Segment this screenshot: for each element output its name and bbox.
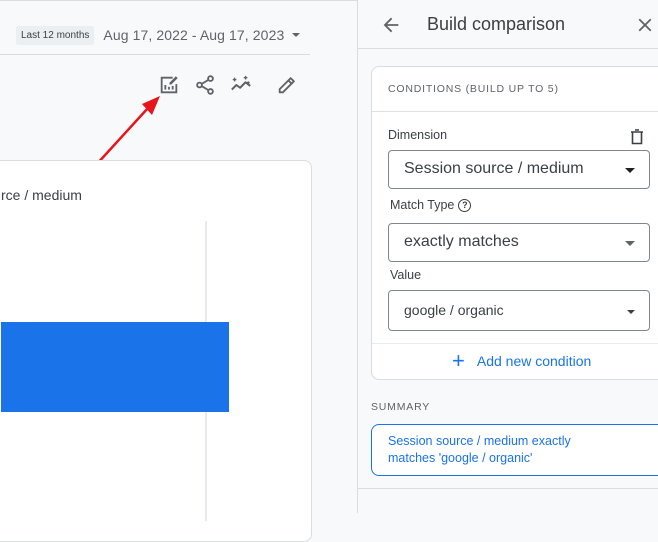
conditions-card: CONDITIONS (BUILD UP TO 5) Dimension Ses…	[371, 66, 658, 380]
caret-down-icon	[625, 241, 635, 246]
caret-down-icon	[625, 168, 635, 173]
close-icon	[638, 18, 652, 32]
summary-label: SUMMARY	[371, 401, 431, 413]
arrow-back-icon	[383, 17, 399, 33]
plus-icon: +	[452, 348, 465, 373]
match-type-label: Match Type ?	[390, 198, 472, 212]
help-icon[interactable]: ?	[458, 198, 472, 212]
share-button[interactable]	[194, 74, 216, 96]
dimension-label: Dimension	[388, 128, 448, 142]
date-range-label[interactable]: Aug 17, 2022 - Aug 17, 2023	[103, 27, 284, 43]
match-type-label-text: Match Type	[390, 198, 455, 212]
dimension-select[interactable]: Session source / medium	[388, 150, 650, 189]
caret-down-icon[interactable]	[292, 33, 301, 37]
build-comparison-panel: Build comparison CONDITIONS (BUILD UP TO…	[357, 0, 658, 513]
edit-button[interactable]	[276, 74, 298, 96]
insights-button[interactable]	[230, 74, 252, 96]
share-icon	[196, 75, 214, 95]
date-preset-chip: Last 12 months	[16, 25, 95, 45]
value-select[interactable]: google / organic	[388, 290, 650, 331]
panel-header: Build comparison	[358, 0, 658, 49]
value-label: Value	[390, 268, 422, 282]
trash-icon	[631, 129, 643, 145]
close-button[interactable]	[634, 14, 656, 36]
card-title: rce / medium	[1, 187, 82, 203]
match-type-select[interactable]: exactly matches	[388, 223, 650, 262]
report-area: Last 12 months Aug 17, 2022 - Aug 17, 20…	[0, 0, 357, 542]
divider	[372, 111, 658, 112]
dimension-value: Session source / medium	[404, 160, 584, 177]
conditions-header: CONDITIONS (BUILD UP TO 5)	[388, 83, 559, 95]
back-button[interactable]	[380, 14, 402, 36]
insights-icon	[231, 75, 251, 91]
divider	[0, 54, 310, 55]
chart-bar[interactable]	[1, 322, 229, 412]
divider	[358, 488, 658, 489]
panel-title: Build comparison	[427, 14, 566, 34]
delete-condition-button[interactable]	[630, 129, 644, 145]
add-new-condition-label: Add new condition	[476, 353, 592, 369]
value-value: google / organic	[404, 302, 504, 318]
customize-report-button[interactable]	[158, 74, 180, 96]
date-range-picker[interactable]: Last 12 months Aug 17, 2022 - Aug 17, 20…	[16, 22, 301, 48]
add-new-condition-button[interactable]: + Add new condition	[452, 348, 592, 373]
summary-text: Session source / medium exactly matches …	[388, 434, 571, 465]
report-card: rce / medium	[0, 160, 312, 542]
edit-icon	[278, 77, 295, 94]
match-type-value: exactly matches	[404, 233, 519, 250]
report-toolbar	[158, 74, 298, 96]
customize-report-icon	[160, 76, 178, 94]
summary-box: Session source / medium exactly matches …	[371, 424, 658, 476]
caret-down-icon	[627, 310, 635, 314]
divider	[372, 343, 658, 344]
